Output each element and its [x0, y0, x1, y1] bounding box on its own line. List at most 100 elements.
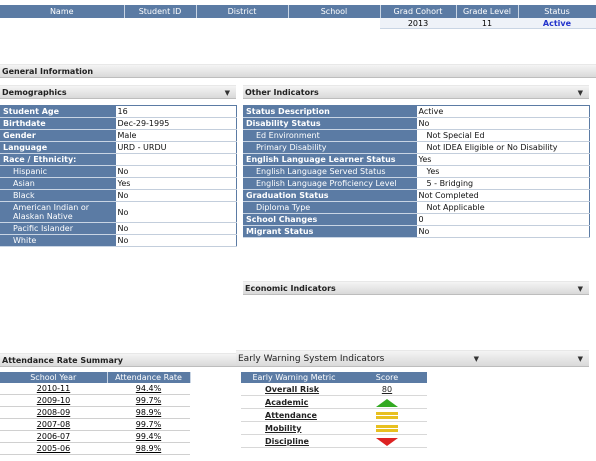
table-row: Academic [241, 395, 427, 409]
field-label: Status Description [243, 105, 417, 118]
school-year[interactable]: 2008-09 [0, 406, 107, 419]
field-value: Yes [416, 153, 590, 166]
general-information-bar: General Information [0, 64, 596, 78]
attendance-rate[interactable]: 99.7% [107, 394, 190, 407]
attendance-rate-link[interactable]: 94.4% [136, 384, 161, 393]
table-row: 2008-09 98.9% [0, 406, 190, 419]
field-label: English Language Proficiency Level [243, 177, 417, 190]
metric-mobility[interactable]: Mobility [241, 421, 347, 435]
early-warning-table: Early Warning Metric Score Overall Risk … [241, 372, 427, 448]
col-student-id[interactable]: Student ID [124, 5, 197, 18]
cell-grade-level: 11 [456, 18, 518, 29]
demographics-table: Student Age 16 Birthdate Dec-29-1995 Gende… [0, 105, 237, 247]
table-row: Diploma Type Not Applicable [243, 201, 590, 214]
table-row: English Language Proficiency Level 5 - Br… [243, 177, 590, 190]
col-district[interactable]: District [196, 5, 289, 18]
col-attendance-rate[interactable]: Attendance Rate [107, 372, 191, 383]
school-year[interactable]: 2005-06 [0, 442, 107, 455]
table-row: Race / Ethnicity: [0, 153, 237, 166]
field-value: 5 - Bridging [416, 177, 590, 190]
score-cell[interactable]: 80 [347, 383, 427, 396]
field-label: Graduation Status [243, 189, 417, 202]
school-year-link[interactable]: 2008-09 [37, 408, 70, 417]
field-label: Asian [0, 177, 116, 190]
early-warning-bar[interactable]: Early Warning System Indicators ▼ ▼ [236, 350, 589, 367]
field-value: No [416, 117, 590, 130]
col-name[interactable]: Name [0, 5, 125, 18]
economic-indicators-title: Economic Indicators [245, 284, 336, 293]
score-cell [347, 408, 427, 422]
attendance-rate-link[interactable]: 99.7% [136, 396, 161, 405]
attendance-rate-link[interactable]: 98.9% [136, 408, 161, 417]
school-year-link[interactable]: 2006-07 [37, 432, 70, 441]
field-value: Yes [115, 177, 237, 190]
table-row: Attendance [241, 408, 427, 422]
attendance-rate[interactable]: 98.9% [107, 406, 190, 419]
col-school[interactable]: School [288, 5, 381, 18]
cell-grad-cohort: 2013 [380, 18, 456, 29]
dropdown-caret-icon[interactable]: ▼ [474, 351, 479, 368]
score-value[interactable]: 80 [382, 385, 392, 394]
table-row: 2010-11 94.4% [0, 383, 190, 395]
field-value: No [115, 165, 237, 178]
cell-student-id [124, 18, 196, 29]
school-year[interactable]: 2010-11 [0, 383, 107, 395]
school-year-link[interactable]: 2010-11 [37, 384, 70, 393]
cell-district [196, 18, 288, 29]
field-value: No [115, 189, 237, 202]
table-row: Pacific Islander No [0, 222, 237, 235]
field-label: Diploma Type [243, 201, 417, 214]
field-label: English Language Learner Status [243, 153, 417, 166]
field-label: Primary Disability [243, 141, 417, 154]
metric-discipline[interactable]: Discipline [241, 434, 347, 448]
col-school-year[interactable]: School Year [0, 372, 108, 383]
attendance-rate-link[interactable]: 99.4% [136, 432, 161, 441]
dropdown-caret-icon[interactable]: ▼ [578, 351, 583, 368]
table-row: Status Description Active [243, 105, 590, 118]
school-year[interactable]: 2007-08 [0, 418, 107, 431]
score-cell [347, 421, 427, 435]
yellow-equal-icon [347, 411, 427, 419]
student-summary-table: Name Student ID District School Grad Coh… [0, 5, 596, 29]
attendance-rate-link[interactable]: 99.7% [136, 420, 161, 429]
other-indicators-bar[interactable]: Other Indicators ▼ [243, 85, 589, 99]
economic-indicators-bar[interactable]: Economic Indicators ▼ [243, 281, 589, 295]
dropdown-caret-icon[interactable]: ▼ [578, 86, 583, 100]
metric-overall-risk[interactable]: Overall Risk [241, 383, 347, 396]
metric-attendance[interactable]: Attendance [241, 408, 347, 422]
attendance-rate-link[interactable]: 98.9% [136, 444, 161, 453]
field-label: English Language Served Status [243, 165, 417, 178]
attendance-rate[interactable]: 99.4% [107, 430, 190, 443]
school-year-link[interactable]: 2009-10 [37, 396, 70, 405]
table-row: School Changes 0 [243, 213, 590, 226]
field-label: School Changes [243, 213, 417, 226]
field-label: American Indian or Alaskan Native [0, 201, 116, 223]
col-early-warning-metric[interactable]: Early Warning Metric [241, 372, 347, 383]
col-grad-cohort[interactable]: Grad Cohort [380, 5, 457, 18]
attendance-rate[interactable]: 98.9% [107, 442, 190, 455]
school-year[interactable]: 2009-10 [0, 394, 107, 407]
table-row: Birthdate Dec-29-1995 [0, 117, 237, 130]
general-information-title: General Information [2, 67, 94, 76]
field-value: No [416, 225, 590, 238]
student-table-header: Name Student ID District School Grad Coh… [0, 5, 596, 18]
student-table-row: 2013 11 Active [0, 18, 596, 29]
table-row: 2007-08 99.7% [0, 418, 190, 431]
attendance-summary-title: Attendance Rate Summary [2, 356, 124, 365]
school-year-link[interactable]: 2005-06 [37, 444, 70, 453]
school-year-link[interactable]: 2007-08 [37, 420, 70, 429]
school-year[interactable]: 2006-07 [0, 430, 107, 443]
metric-academic[interactable]: Academic [241, 395, 347, 409]
col-status[interactable]: Status [518, 5, 596, 18]
table-row: Mobility [241, 421, 427, 435]
demographics-bar[interactable]: Demographics ▼ [0, 85, 236, 99]
attendance-rate[interactable]: 99.7% [107, 418, 190, 431]
green-up-arrow-icon [376, 398, 398, 407]
dropdown-caret-icon[interactable]: ▼ [578, 282, 583, 296]
dropdown-caret-icon[interactable]: ▼ [225, 86, 230, 100]
attendance-rate[interactable]: 94.4% [107, 383, 190, 395]
field-label: Black [0, 189, 116, 202]
field-value: Male [115, 129, 237, 142]
col-grade-level[interactable]: Grade Level [456, 5, 519, 18]
col-score[interactable]: Score [347, 372, 427, 383]
